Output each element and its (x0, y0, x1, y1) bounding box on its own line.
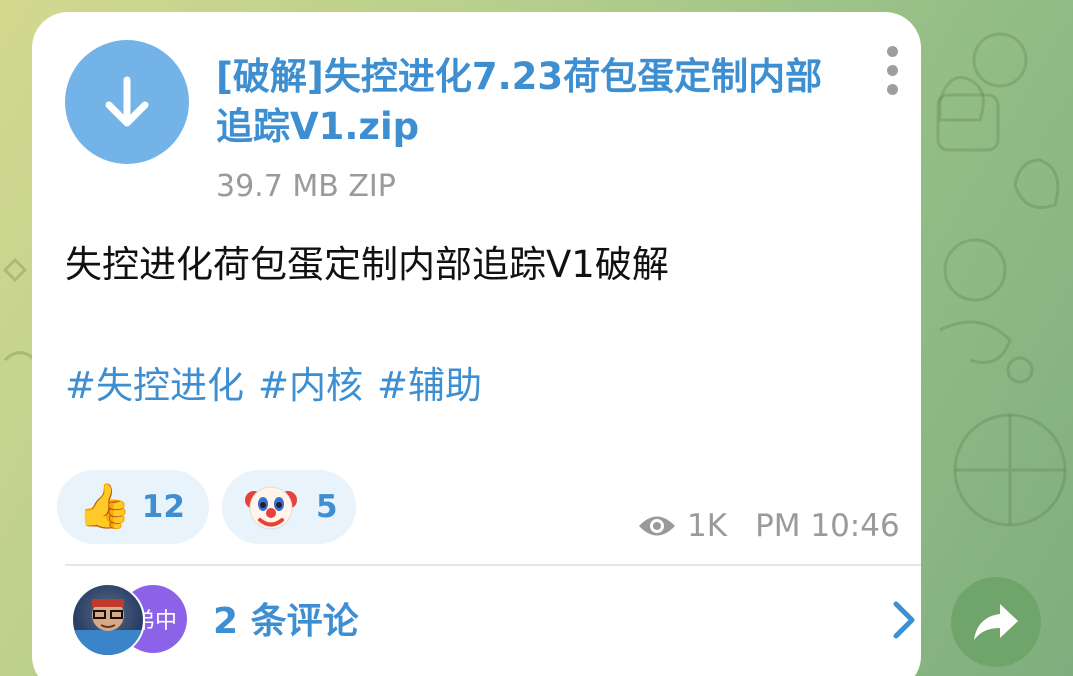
divider (65, 564, 921, 566)
hashtag[interactable]: #失控进化 (65, 361, 244, 411)
avatar (71, 583, 145, 657)
message-bubble: [破解]失控进化7.23荷包蛋定制内部追踪V1.zip 39.7 MB ZIP … (32, 12, 921, 676)
reaction-count: 12 (141, 489, 185, 525)
clown-face-icon (244, 480, 298, 534)
hashtag[interactable]: #内核 (258, 361, 363, 411)
hashtag[interactable]: #辅助 (377, 361, 482, 411)
download-button[interactable] (65, 40, 189, 164)
message-meta: 1K PM 10:46 (637, 508, 900, 544)
chevron-right-icon (893, 601, 915, 639)
view-count: 1K (687, 508, 728, 544)
file-size: 39.7 MB ZIP (216, 169, 396, 204)
arrow-down-icon (105, 76, 149, 127)
comments-count-label: 2 条评论 (213, 601, 359, 642)
eye-icon (639, 516, 675, 536)
hashtag-list: #失控进化 #内核 #辅助 (65, 361, 482, 411)
thumbs-up-icon: 👍 (77, 481, 132, 532)
reaction-count: 5 (316, 489, 338, 525)
timestamp: PM 10:46 (755, 508, 900, 544)
message-text: 失控进化荷包蛋定制内部追踪V1破解 (65, 243, 669, 286)
share-arrow-icon (974, 604, 1018, 640)
share-button[interactable] (951, 577, 1041, 667)
reaction-thumbs-up[interactable]: 👍 12 (57, 470, 209, 544)
comments-button[interactable]: 弟中 2 条评论 (65, 580, 921, 664)
file-name[interactable]: [破解]失控进化7.23荷包蛋定制内部追踪V1.zip (216, 52, 856, 152)
reaction-clown[interactable]: 5 (222, 470, 356, 544)
more-options-icon[interactable] (882, 42, 902, 98)
